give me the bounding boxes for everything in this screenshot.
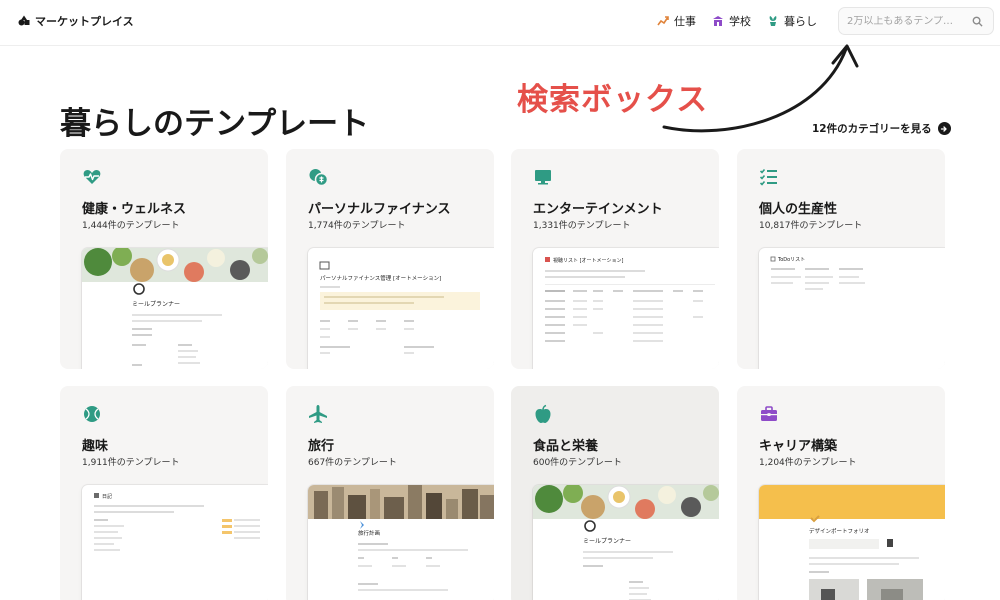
checklist-icon [759, 167, 781, 189]
thumb-title: 視聴リスト [オートメーション] [553, 257, 623, 264]
logo-label: マーケットプレイス [35, 15, 134, 28]
arrow-right-icon [937, 122, 951, 135]
category-card-career[interactable]: キャリア構築 1,204件のテンプレート デザインポートフォリオ [737, 386, 945, 600]
thumb-title: ミールプランナー [583, 538, 631, 545]
category-name: 食品と栄養 [533, 439, 599, 454]
template-preview: パーソナルファイナンス管理 [オートメーション] [308, 248, 494, 369]
category-name: 個人の生産性 [759, 202, 838, 217]
template-count: 1,331件のテンプレート [533, 221, 631, 231]
category-name: エンターテインメント [533, 202, 663, 217]
thumb-title: パーソナルファイナンス管理 [オートメーション] [320, 274, 441, 282]
thumb-title: ToDoリスト [777, 257, 805, 263]
template-preview: 視聴リスト [オートメーション] [533, 248, 719, 369]
monitor-icon [533, 167, 555, 189]
template-count: 1,774件のテンプレート [308, 221, 406, 231]
page-title: 暮らしのテンプレート [60, 106, 370, 142]
category-name: パーソナルファイナンス [308, 202, 451, 217]
plant-icon [769, 16, 777, 26]
school-icon [713, 16, 723, 26]
template-preview: 旅行計画 [308, 485, 494, 600]
nav-item-label: 暮らし [784, 15, 817, 28]
nav-item-work[interactable]: 仕事 [657, 13, 696, 29]
shapes-logo-icon [18, 15, 30, 26]
category-name: 旅行 [308, 439, 335, 454]
thumb-title: 日記 [102, 493, 112, 500]
search-box[interactable] [838, 7, 994, 35]
category-card-travel[interactable]: 旅行 667件のテンプレート 旅行計画 [286, 386, 494, 600]
marketplace-logo[interactable]: マーケットプレイス [18, 13, 134, 29]
heart-pulse-icon [82, 167, 104, 189]
category-name: キャリア構築 [759, 439, 838, 454]
template-preview: ミールプランナー [533, 485, 719, 600]
thumb-title: 旅行計画 [358, 529, 380, 537]
category-card-food-nutrition[interactable]: 食品と栄養 600件のテンプレート ミールプランナー [511, 386, 719, 600]
ball-icon [82, 404, 104, 426]
category-card-hobbies[interactable]: 趣味 1,911件のテンプレート 日記 [60, 386, 268, 600]
chart-icon [657, 16, 669, 26]
nav-item-label: 学校 [729, 15, 751, 28]
briefcase-icon [759, 404, 781, 426]
coins-icon [308, 167, 330, 189]
see-all-categories-link[interactable]: 12件のカテゴリーを見る [812, 121, 951, 136]
template-count: 1,204件のテンプレート [759, 458, 857, 468]
template-preview: デザインポートフォリオ [759, 485, 945, 600]
nav-item-label: 仕事 [674, 15, 696, 28]
thumb-title: ミールプランナー [132, 301, 180, 308]
category-name: 健康・ウェルネス [82, 202, 187, 217]
category-card-entertainment[interactable]: エンターテインメント 1,331件のテンプレート 視聴リスト [オートメーション… [511, 149, 719, 369]
template-preview: 日記 [82, 485, 268, 600]
template-count: 600件のテンプレート [533, 458, 622, 468]
search-input[interactable] [847, 15, 967, 27]
template-preview: ToDoリスト [759, 248, 945, 369]
template-count: 1,444件のテンプレート [82, 221, 180, 231]
template-count: 1,911件のテンプレート [82, 458, 180, 468]
see-all-label: 12件のカテゴリーを見る [812, 123, 932, 135]
category-card-health[interactable]: 健康・ウェルネス 1,444件のテンプレート ミールプランナー [60, 149, 268, 369]
template-count: 10,817件のテンプレート [759, 221, 863, 231]
template-preview: ミールプランナー [82, 248, 268, 369]
category-nav: 仕事 学校 暮らし [657, 13, 817, 29]
airplane-icon [308, 404, 330, 426]
thumb-title: デザインポートフォリオ [809, 527, 870, 535]
apple-icon [533, 404, 555, 426]
category-name: 趣味 [82, 439, 109, 454]
category-card-personal-finance[interactable]: パーソナルファイナンス 1,774件のテンプレート パーソナルファイナンス管理 … [286, 149, 494, 369]
template-count: 667件のテンプレート [308, 458, 397, 468]
search-icon[interactable] [972, 16, 983, 27]
nav-item-school[interactable]: 学校 [712, 13, 751, 29]
nav-item-life[interactable]: 暮らし [767, 13, 817, 29]
category-card-productivity[interactable]: 個人の生産性 10,817件のテンプレート ToDoリスト [737, 149, 945, 369]
